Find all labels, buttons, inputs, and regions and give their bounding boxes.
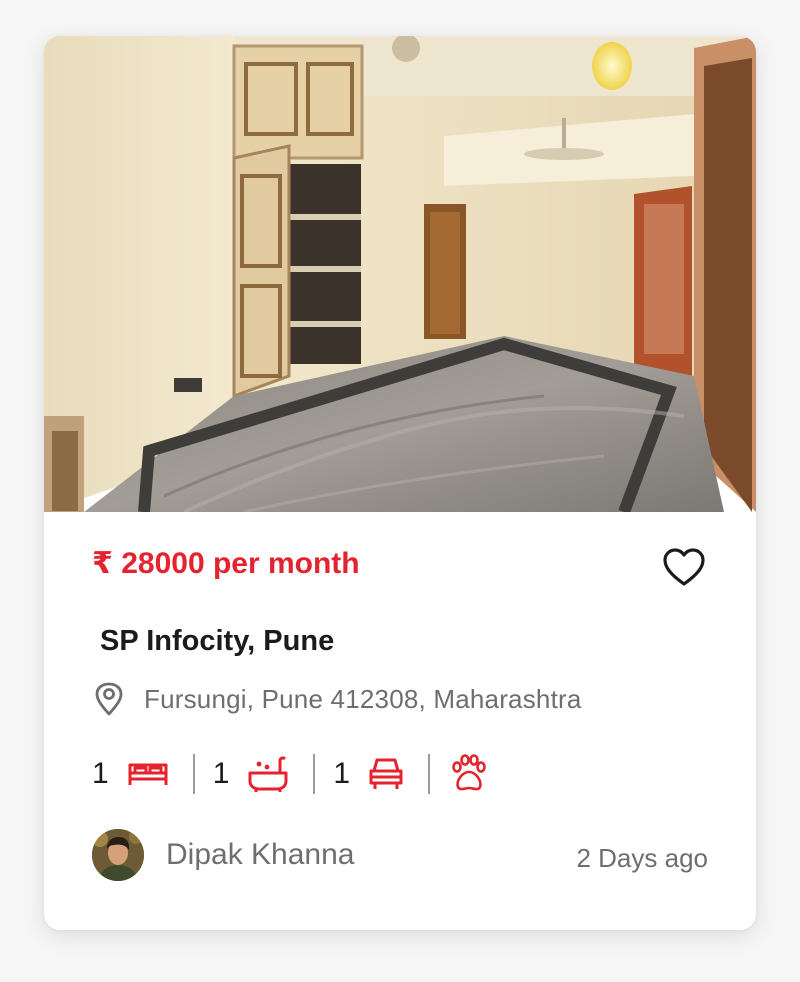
bathtub-icon	[248, 756, 288, 792]
bed-icon	[128, 763, 168, 785]
owner-name: Dipak Khanna	[166, 838, 355, 871]
pets	[448, 754, 488, 794]
listing-card[interactable]: ₹ 28000 per month SP Infocity, Pune Furs…	[44, 36, 756, 930]
amenities-row: 1 1 1	[92, 752, 488, 796]
owner-avatar[interactable]	[92, 829, 144, 881]
bathrooms: 1	[213, 755, 290, 793]
bathrooms-count: 1	[212, 757, 230, 790]
car-icon	[369, 758, 403, 789]
divider	[313, 754, 316, 794]
divider	[192, 754, 195, 794]
posted-time: 2 Days ago	[576, 843, 708, 873]
divider	[428, 754, 431, 794]
heart-icon	[663, 548, 705, 586]
location-pin-icon	[95, 682, 123, 716]
owner[interactable]: Dipak Khanna	[92, 829, 354, 881]
price: ₹ 28000 per month	[92, 547, 360, 580]
property-photo[interactable]	[44, 36, 756, 512]
paw-icon	[452, 754, 486, 791]
parking-count: 1	[333, 757, 351, 790]
address-row: Fursungi, Pune 412308, Maharashtra	[94, 682, 582, 716]
favorite-button[interactable]	[660, 544, 708, 592]
listing-title[interactable]: SP Infocity, Pune	[100, 625, 334, 658]
bedrooms: 1	[92, 757, 169, 791]
bedrooms-count: 1	[92, 757, 109, 790]
address-text: Fursungi, Pune 412308, Maharashtra	[144, 683, 582, 714]
parking: 1	[333, 755, 404, 793]
